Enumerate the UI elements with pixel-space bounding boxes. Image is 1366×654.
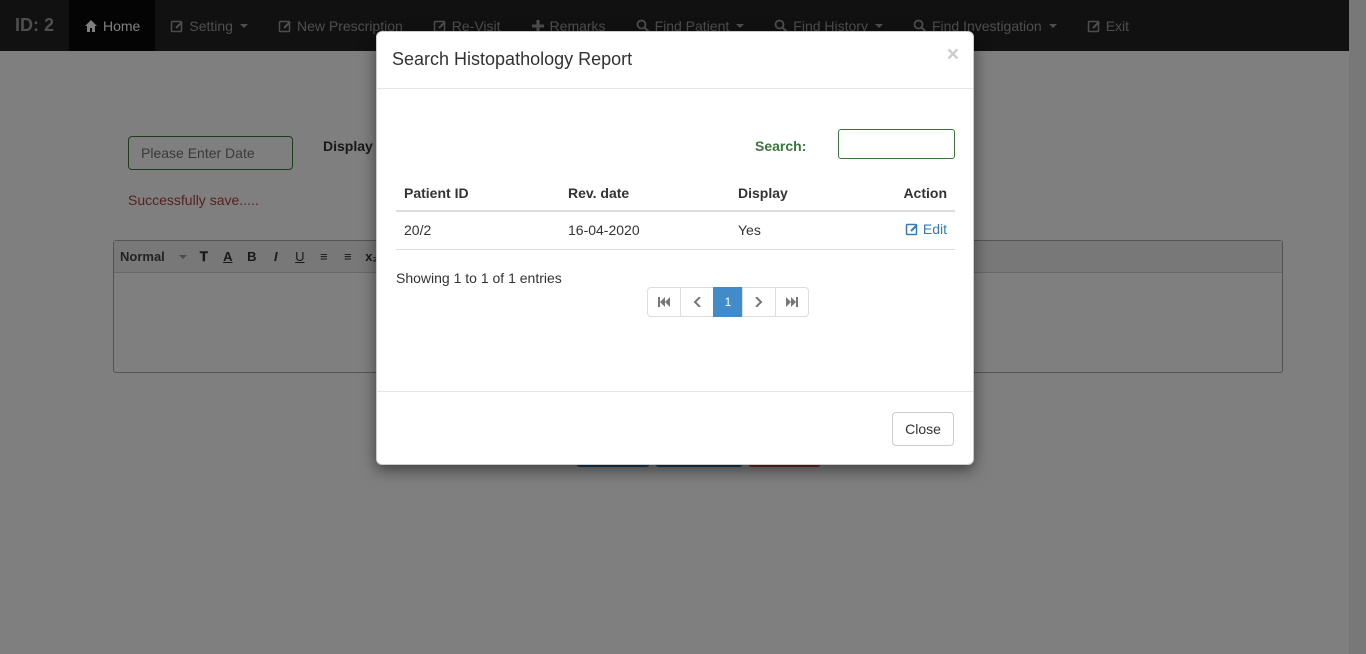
first-page-icon [658,297,670,307]
cell-display: Yes [730,211,860,250]
close-button[interactable]: Close [892,412,954,446]
chevron-right-icon [755,297,763,307]
header-action[interactable]: Action [860,176,955,212]
table-row: 20/2 16-04-2020 Yes Edit [396,211,955,250]
modal-title: Search Histopathology Report [392,49,633,69]
last-page-button[interactable] [775,287,809,317]
cell-rev-date: 16-04-2020 [560,211,730,250]
next-page-button[interactable] [742,287,776,317]
modal-body: Search: Patient ID Rev. date Display Act… [377,89,973,392]
table-header-row: Patient ID Rev. date Display Action [396,176,955,212]
chevron-left-icon [693,297,701,307]
edit-link[interactable]: Edit [905,221,947,237]
edit-icon [905,224,918,236]
search-label: Search: [755,138,807,154]
previous-page-button[interactable] [680,287,714,317]
first-page-button[interactable] [647,287,681,317]
report-table: Patient ID Rev. date Display Action 20/2… [396,176,955,250]
cell-patient-id: 20/2 [396,211,560,250]
table-info: Showing 1 to 1 of 1 entries [396,270,562,286]
modal-header: Search Histopathology Report × [377,32,973,89]
page-button-current[interactable]: 1 [713,287,743,317]
search-input[interactable] [838,129,955,159]
search-report-modal: Search Histopathology Report × Search: P… [376,31,974,465]
header-rev-date[interactable]: Rev. date [560,176,730,212]
last-page-icon [786,297,798,307]
header-patient-id[interactable]: Patient ID [396,176,560,212]
cell-action: Edit [860,211,955,250]
close-icon[interactable]: × [947,44,959,65]
pagination: 1 [647,287,809,317]
header-display[interactable]: Display [730,176,860,212]
modal-footer: Close [377,392,973,465]
edit-link-label: Edit [922,221,947,238]
